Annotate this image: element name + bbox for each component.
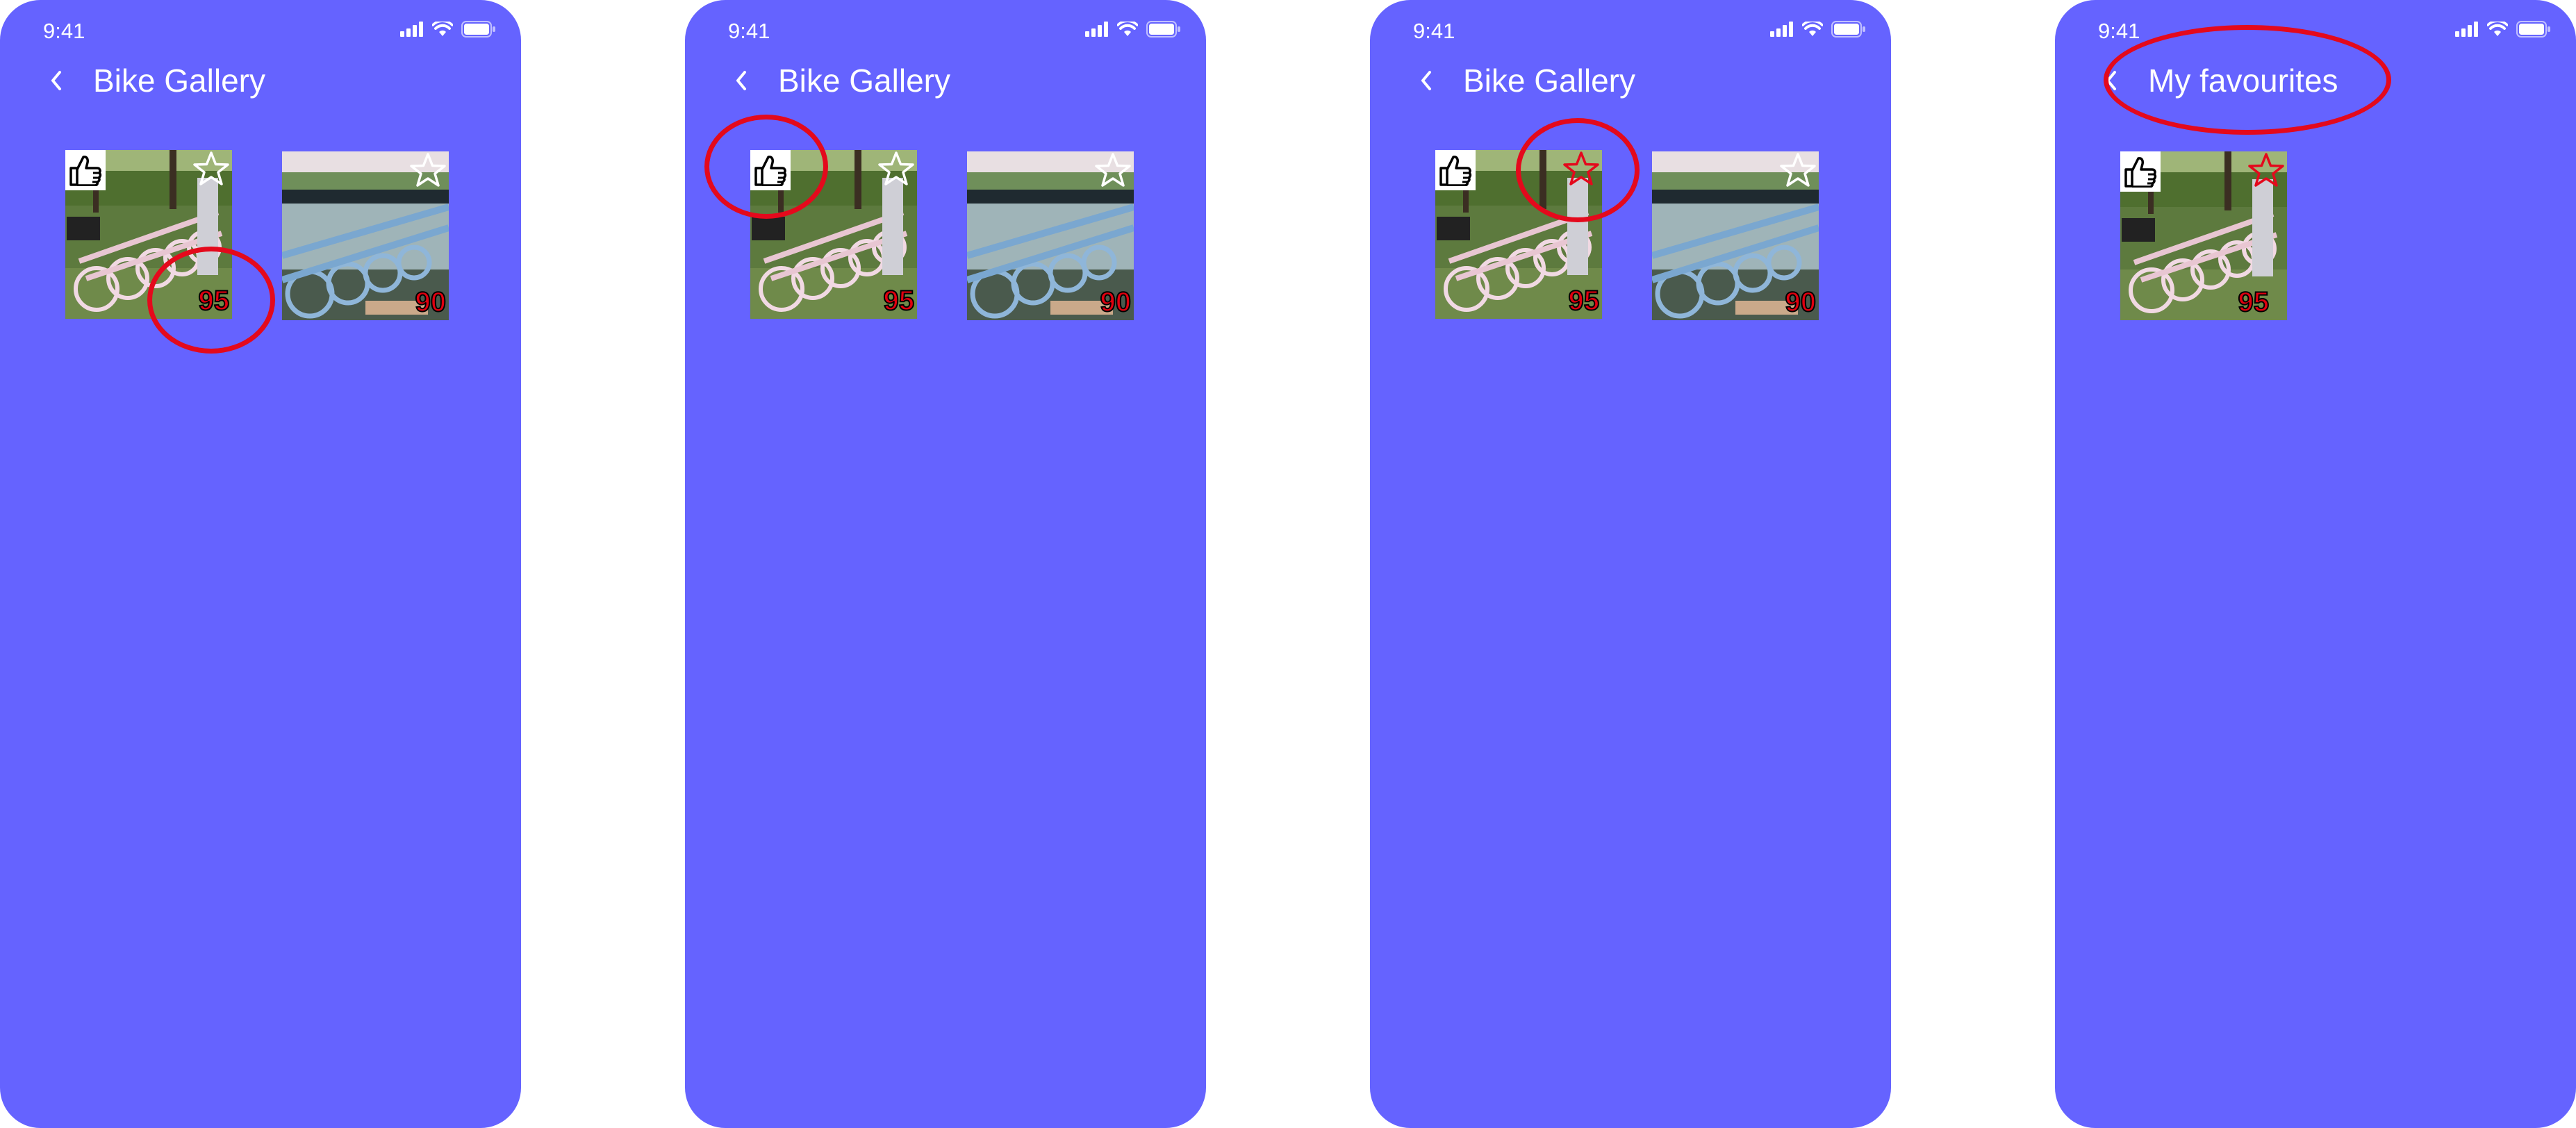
annotation-circle-like (704, 115, 828, 219)
star-icon[interactable] (1093, 151, 1132, 190)
score-label: 95 (883, 285, 915, 317)
cellular-signal-icon (2455, 22, 2478, 37)
page-title: Bike Gallery (778, 63, 950, 99)
annotation-circle-score (147, 247, 275, 354)
nav-bar: Bike Gallery (1370, 59, 1891, 101)
status-bar: 9:41 (685, 0, 1206, 63)
page-title: Bike Gallery (1463, 63, 1635, 99)
status-icons (400, 21, 496, 38)
status-time: 9:41 (728, 19, 770, 43)
annotation-circle-title (2104, 25, 2391, 135)
gallery-item[interactable]: 90 (967, 151, 1134, 320)
wifi-icon (1802, 22, 1823, 36)
phone-screen-2: 9:41 Bike Gallery 95 90 (685, 0, 1206, 1128)
annotation-circle-star (1516, 118, 1640, 222)
cellular-signal-icon (1770, 22, 1793, 37)
cellular-signal-icon (400, 22, 423, 37)
battery-icon (1831, 21, 1865, 38)
status-time: 9:41 (2098, 19, 2140, 43)
battery-icon (2516, 21, 2550, 38)
page-title: Bike Gallery (93, 63, 265, 99)
like-button[interactable] (1435, 150, 1476, 190)
phone-screen-3: 9:41 Bike Gallery 95 90 (1370, 0, 1891, 1128)
status-time: 9:41 (43, 19, 85, 43)
status-icons (1770, 21, 1866, 38)
thumbs-up-icon (69, 156, 102, 186)
thumbs-up-icon (2124, 157, 2157, 188)
score-label: 90 (1100, 286, 1132, 318)
battery-icon (1146, 21, 1180, 38)
wifi-icon (2487, 22, 2508, 36)
score-label: 90 (415, 286, 447, 318)
gallery-item[interactable]: 90 (1652, 151, 1819, 320)
phone-screen-1: 9:41 Bike Gallery 95 90 (0, 0, 521, 1128)
wifi-icon (1117, 22, 1138, 36)
gallery-item[interactable]: 95 (2120, 151, 2287, 320)
star-icon[interactable] (1778, 151, 1817, 190)
like-button[interactable] (65, 150, 106, 190)
chevron-left-icon[interactable] (731, 69, 752, 92)
score-label: 95 (1568, 285, 1600, 317)
chevron-left-icon[interactable] (1416, 69, 1437, 92)
score-label: 95 (2238, 286, 2270, 318)
thumbs-up-icon (1439, 156, 1472, 186)
phone-screen-4: 9:41 My favourites 95 (2055, 0, 2576, 1128)
star-icon[interactable] (877, 150, 916, 189)
like-button[interactable] (2120, 151, 2161, 192)
wifi-icon (432, 22, 453, 36)
score-label: 90 (1785, 286, 1817, 318)
status-bar: 9:41 (1370, 0, 1891, 63)
cellular-signal-icon (1085, 22, 1108, 37)
status-icons (2455, 21, 2551, 38)
status-time: 9:41 (1413, 19, 1455, 43)
star-icon[interactable] (192, 150, 231, 189)
battery-icon (461, 21, 495, 38)
status-bar: 9:41 (0, 0, 521, 63)
chevron-left-icon[interactable] (46, 69, 67, 92)
star-icon[interactable] (408, 151, 447, 190)
star-icon-favourited[interactable] (2247, 151, 2286, 190)
nav-bar: Bike Gallery (685, 59, 1206, 101)
gallery-item[interactable]: 90 (282, 151, 449, 320)
status-icons (1085, 21, 1181, 38)
nav-bar: Bike Gallery (0, 59, 521, 101)
